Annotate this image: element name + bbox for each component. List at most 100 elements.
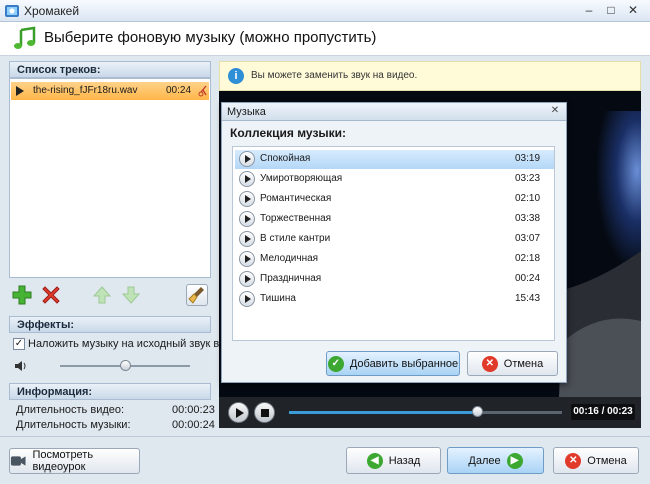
video-duration-value: 00:00:23 bbox=[172, 404, 215, 416]
seek-progress bbox=[289, 411, 478, 414]
video-camera-icon bbox=[10, 456, 26, 466]
music-item-duration: 03:38 bbox=[515, 213, 541, 224]
remove-track-button[interactable] bbox=[40, 284, 62, 306]
player-bar: 00:16 / 00:23 bbox=[219, 397, 641, 428]
watch-tutorial-button[interactable]: Посмотреть видеоурок bbox=[9, 448, 140, 474]
music-item-name: Праздничная bbox=[260, 273, 322, 284]
volume-slider-handle[interactable] bbox=[120, 360, 131, 371]
music-item[interactable]: Умиротворяющая 03:23 bbox=[235, 170, 554, 189]
play-preview-icon[interactable] bbox=[239, 291, 255, 307]
music-item-duration: 03:19 bbox=[515, 153, 541, 164]
add-track-button[interactable] bbox=[11, 284, 33, 306]
add-selected-label: Добавить выбранное bbox=[349, 357, 459, 370]
window-title: Хромакей bbox=[24, 4, 80, 18]
info-heading: Информация: bbox=[9, 383, 211, 400]
music-item-name: Спокойная bbox=[260, 153, 311, 164]
music-item-name: Умиротворяющая bbox=[260, 173, 343, 184]
arrow-down-icon bbox=[121, 286, 141, 304]
add-selected-button[interactable]: ✓ Добавить выбранное bbox=[326, 351, 460, 376]
seek-track[interactable] bbox=[289, 411, 562, 414]
page-title: Выберите фоновую музыку (можно пропустит… bbox=[44, 29, 377, 46]
effects-heading: Эффекты: bbox=[9, 316, 211, 333]
music-item-name: Романтическая bbox=[260, 193, 332, 204]
dialog-cancel-label: Отмена bbox=[503, 357, 544, 370]
music-duration-label: Длительность музыки: bbox=[16, 419, 131, 431]
stop-button[interactable] bbox=[254, 402, 275, 423]
next-button[interactable]: Далее ▶ bbox=[447, 447, 544, 474]
play-preview-icon[interactable] bbox=[239, 231, 255, 247]
dialog-title-bar: Музыка ✕ bbox=[222, 103, 566, 121]
dialog-title: Музыка bbox=[227, 106, 266, 118]
seek-handle[interactable] bbox=[472, 406, 484, 417]
back-button[interactable]: ◀ Назад bbox=[346, 447, 441, 474]
next-arrow-icon: ▶ bbox=[506, 452, 523, 469]
move-up-button[interactable] bbox=[91, 284, 113, 306]
close-window-button[interactable]: ✕ bbox=[623, 3, 643, 18]
cancel-x-icon: ✕ bbox=[565, 452, 582, 469]
cancel-label: Отмена bbox=[587, 454, 627, 467]
next-label: Далее bbox=[468, 454, 501, 467]
broom-icon bbox=[188, 287, 204, 304]
music-item[interactable]: Романтическая 02:10 bbox=[235, 190, 554, 209]
music-item-duration: 03:07 bbox=[515, 233, 541, 244]
music-item-duration: 15:43 bbox=[515, 293, 541, 304]
play-icon bbox=[16, 86, 24, 96]
cancel-icon: ✕ bbox=[481, 355, 498, 372]
music-item-duration: 02:18 bbox=[515, 253, 541, 264]
page-header: Выберите фоновую музыку (можно пропустит… bbox=[0, 22, 650, 56]
music-item-name: Мелодичная bbox=[260, 253, 319, 264]
move-down-button[interactable] bbox=[120, 284, 142, 306]
music-item-duration: 00:24 bbox=[515, 273, 541, 284]
arrow-up-icon bbox=[92, 286, 112, 304]
overlay-checkbox[interactable]: ✓ bbox=[13, 338, 25, 350]
app-icon bbox=[5, 5, 19, 17]
track-row[interactable]: the-rising_fJFr18ru.wav 00:24 bbox=[11, 82, 209, 100]
check-icon: ✓ bbox=[327, 355, 344, 372]
footer-divider bbox=[0, 436, 650, 437]
play-preview-icon[interactable] bbox=[239, 191, 255, 207]
cancel-button[interactable]: ✕ Отмена bbox=[553, 447, 639, 474]
time-display: 00:16 / 00:23 bbox=[571, 404, 635, 420]
minimize-button[interactable]: – bbox=[579, 3, 599, 18]
track-name: the-rising_fJFr18ru.wav bbox=[33, 85, 138, 96]
music-item[interactable]: Тишина 15:43 bbox=[235, 290, 554, 309]
stop-icon bbox=[261, 409, 269, 417]
play-preview-icon[interactable] bbox=[239, 271, 255, 287]
dialog-close-button[interactable]: ✕ bbox=[548, 105, 562, 118]
notice-bar: i Вы можете заменить звук на видео. bbox=[219, 61, 641, 91]
track-duration: 00:24 bbox=[166, 85, 192, 96]
play-icon bbox=[236, 408, 244, 418]
music-item[interactable]: Спокойная 03:19 bbox=[235, 150, 554, 169]
music-item-name: Тишина bbox=[260, 293, 296, 304]
watch-tutorial-label: Посмотреть видеоурок bbox=[32, 449, 94, 473]
dialog-cancel-button[interactable]: ✕ Отмена bbox=[467, 351, 558, 376]
maximize-button[interactable]: □ bbox=[601, 3, 621, 18]
play-preview-icon[interactable] bbox=[239, 251, 255, 267]
video-duration-label: Длительность видео: bbox=[16, 404, 125, 416]
music-item[interactable]: Мелодичная 02:18 bbox=[235, 250, 554, 269]
info-icon: i bbox=[228, 68, 244, 84]
music-item[interactable]: Праздничная 00:24 bbox=[235, 270, 554, 289]
clear-list-button[interactable] bbox=[186, 284, 208, 306]
music-item-name: В стиле кантри bbox=[260, 233, 331, 244]
play-button[interactable] bbox=[228, 402, 249, 423]
track-list[interactable]: the-rising_fJFr18ru.wav 00:24 bbox=[9, 78, 211, 278]
play-preview-icon[interactable] bbox=[239, 171, 255, 187]
plus-icon bbox=[12, 285, 32, 305]
play-preview-icon[interactable] bbox=[239, 211, 255, 227]
track-list-heading: Список треков: bbox=[9, 61, 211, 78]
collection-heading: Коллекция музыки: bbox=[230, 126, 347, 140]
cut-icon[interactable] bbox=[198, 85, 207, 97]
music-item[interactable]: Торжественная 03:38 bbox=[235, 210, 554, 229]
music-item-duration: 03:23 bbox=[515, 173, 541, 184]
music-duration-value: 00:00:24 bbox=[172, 419, 215, 431]
music-collection-list[interactable]: Спокойная 03:19 Умиротворяющая 03:23 Романти… bbox=[232, 146, 555, 341]
music-item-name: Торжественная bbox=[260, 213, 332, 224]
overlay-label: Наложить музыку на исходный звук видео bbox=[28, 338, 244, 350]
back-arrow-icon: ◀ bbox=[366, 452, 383, 469]
play-preview-icon[interactable] bbox=[239, 151, 255, 167]
music-dialog: Музыка ✕ Коллекция музыки: Спокойная 03:1… bbox=[221, 102, 567, 383]
music-item[interactable]: В стиле кантри 03:07 bbox=[235, 230, 554, 249]
music-note-icon bbox=[14, 26, 36, 49]
notice-text: Вы можете заменить звук на видео. bbox=[251, 70, 418, 81]
